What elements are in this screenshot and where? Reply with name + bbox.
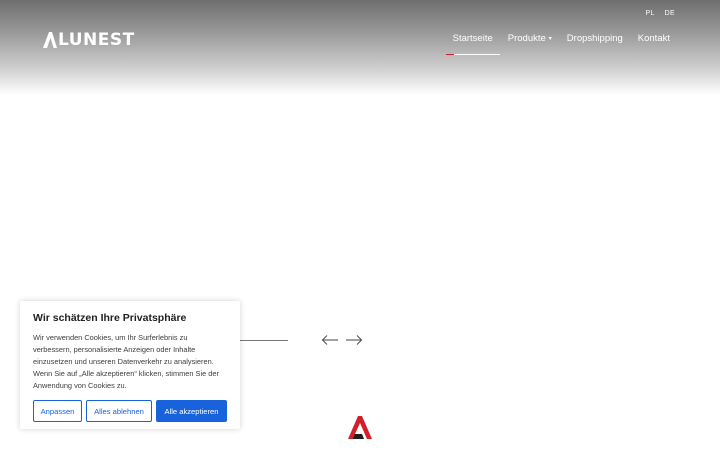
nav-item-label: Dropshipping (566, 33, 623, 44)
nav-item-kontakt[interactable]: Kontakt (638, 33, 670, 55)
nav-item-label: Kontakt (637, 33, 670, 44)
cookie-consent-banner: Wir schätzen Ihre Privatsphäre Wir verwe… (20, 301, 240, 429)
slider-prev-button[interactable] (321, 333, 339, 347)
arrow-left-icon (321, 335, 338, 345)
nav-item-label: Startseite (452, 33, 493, 44)
slider-progress-line (238, 340, 288, 341)
main-nav: Startseite Produkte ▾ Dropshipping Konta… (438, 33, 670, 55)
logo-a-icon (43, 32, 57, 48)
customize-button[interactable]: Anpassen (33, 400, 82, 422)
cookie-title: Wir schätzen Ihre Privatsphäre (33, 312, 187, 324)
cookie-description: Wir verwenden Cookies, um Ihr Surferlebn… (33, 333, 219, 390)
site-header: LUNEST PL DE Startseite Produkte ▾ Drops… (0, 0, 720, 95)
language-de[interactable]: DE (665, 10, 675, 17)
language-switcher: PL DE (646, 10, 676, 17)
brand-logo[interactable]: LUNEST (43, 30, 135, 50)
brand-emblem-icon (348, 416, 372, 439)
cookie-buttons: Anpassen Alles ablehnen Alle akzeptieren (33, 400, 227, 422)
accept-all-button[interactable]: Alle akzeptieren (156, 400, 227, 422)
language-pl[interactable]: PL (646, 10, 655, 17)
page: LUNEST PL DE Startseite Produkte ▾ Drops… (0, 0, 720, 450)
brand-logo-text: LUNEST (58, 30, 135, 50)
arrow-right-icon (346, 335, 363, 345)
nav-item-dropshipping[interactable]: Dropshipping (567, 33, 623, 55)
caret-down-icon: ▾ (548, 36, 552, 42)
nav-item-label: Produkte (507, 33, 546, 44)
nav-item-startseite[interactable]: Startseite (445, 33, 500, 55)
reject-all-button[interactable]: Alles ablehnen (86, 400, 152, 422)
slider-next-button[interactable] (345, 333, 363, 347)
nav-item-produkte[interactable]: Produkte ▾ (508, 33, 552, 55)
